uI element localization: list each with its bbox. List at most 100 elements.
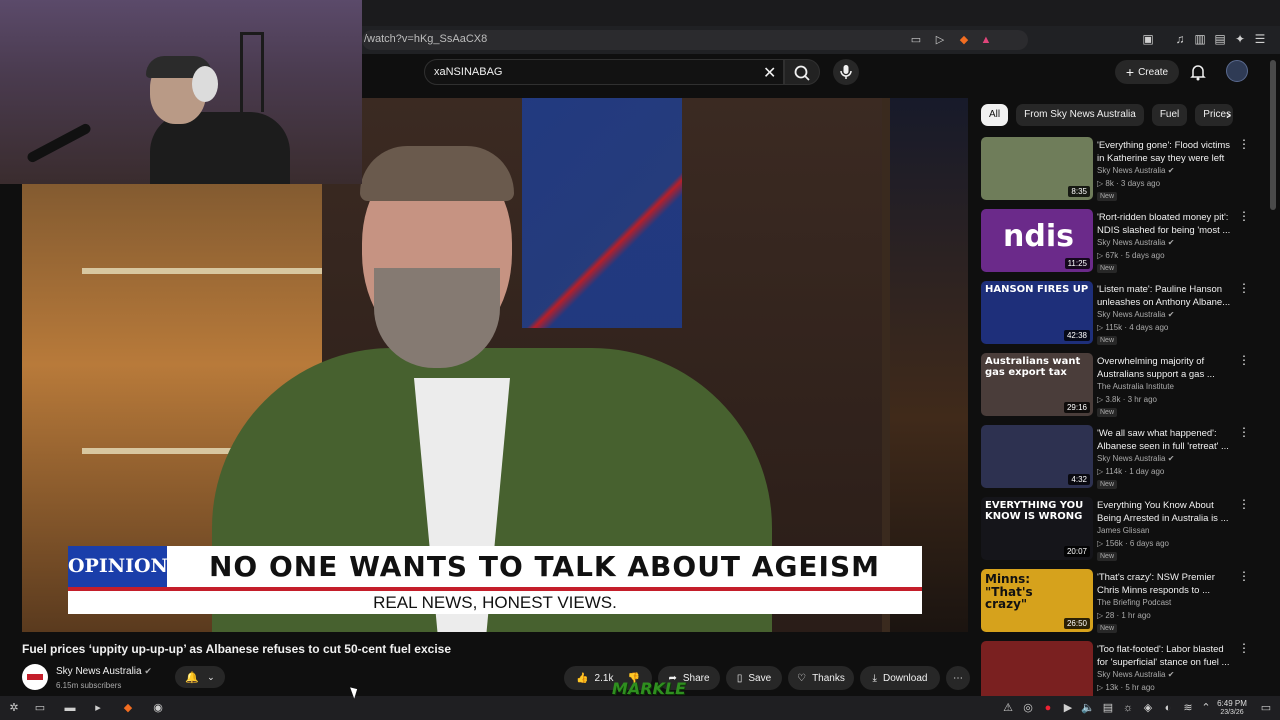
- more-options-icon[interactable]: ⋮: [1237, 353, 1251, 367]
- sidebar-icon[interactable]: ▥: [1192, 30, 1208, 48]
- desktop-icon[interactable]: ▭: [32, 700, 48, 716]
- files-icon[interactable]: ▸: [90, 700, 106, 716]
- music-icon[interactable]: ♫: [1172, 30, 1188, 48]
- recommendation-title[interactable]: Overwhelming majority of Australians sup…: [1097, 355, 1231, 381]
- search-input[interactable]: xaNSINABAG ✕: [424, 59, 784, 85]
- recommendation-title[interactable]: 'Too flat-footed': Labor blasted for 'su…: [1097, 643, 1231, 669]
- recommendation-item[interactable]: HANSON FIRES UP 42:38 'Listen mate': Pauli…: [981, 281, 1251, 347]
- video-thumbnail[interactable]: 4:32: [981, 425, 1093, 488]
- search-button[interactable]: [784, 59, 820, 85]
- record-tray-icon[interactable]: ●: [1040, 700, 1056, 716]
- more-options-icon[interactable]: ⋮: [1237, 497, 1251, 511]
- recommendation-item[interactable]: Minns: "That's crazy" 26:50 'That's crazy'…: [981, 569, 1251, 635]
- obs-icon[interactable]: ◉: [150, 700, 166, 716]
- video-thumbnail[interactable]: EVERYTHING YOU KNOW IS WRONG 20:07: [981, 497, 1093, 560]
- brightness-tray-icon[interactable]: ☼: [1120, 700, 1136, 716]
- play-icon[interactable]: ▷: [932, 32, 948, 48]
- volume-tray-icon[interactable]: 🔈: [1080, 700, 1096, 716]
- channel-name[interactable]: Sky News Australia ✔: [56, 666, 152, 677]
- more-icon: ⋯: [953, 672, 963, 684]
- thanks-button[interactable]: ♡ Thanks: [788, 666, 854, 690]
- vpn-tray-icon[interactable]: ◈: [1140, 700, 1156, 716]
- more-options-icon[interactable]: ⋮: [1237, 281, 1251, 295]
- lower-third: OPINION NO ONE WANTS TO TALK ABOUT AGEIS…: [68, 546, 922, 614]
- clear-search-icon[interactable]: ✕: [763, 63, 776, 83]
- video-thumbnail[interactable]: [981, 641, 1093, 704]
- recommendation-title[interactable]: 'Everything gone': Flood victims in Kath…: [1097, 139, 1231, 165]
- video-subline: REAL NEWS, HONEST VIEWS.: [68, 591, 922, 614]
- recommendation-meta: ▷ 156k · 6 days ago: [1097, 539, 1169, 548]
- voice-search-button[interactable]: [833, 59, 859, 85]
- account-avatar[interactable]: [1226, 60, 1248, 82]
- recommendation-channel[interactable]: The Australia Institute: [1097, 382, 1174, 391]
- webcam-overlay: [0, 0, 362, 184]
- video-thumbnail[interactable]: HANSON FIRES UP 42:38: [981, 281, 1093, 344]
- search-query: xaNSINABAG: [434, 66, 503, 78]
- recommendation-channel[interactable]: Sky News Australia ✔: [1097, 310, 1174, 319]
- thumbnail-text: ndis: [1003, 219, 1074, 254]
- recommendation-meta: ▷ 67k · 5 days ago: [1097, 251, 1165, 260]
- media-tray-icon[interactable]: ▶: [1060, 700, 1076, 716]
- chip-fuel[interactable]: Fuel: [1151, 104, 1188, 126]
- more-options-icon[interactable]: ⋮: [1237, 137, 1251, 151]
- recommendation-channel[interactable]: James Glissan: [1097, 526, 1149, 535]
- notifications-button[interactable]: [1188, 62, 1208, 82]
- terminal-icon[interactable]: ▬: [62, 700, 78, 716]
- chip-from-channel[interactable]: From Sky News Australia: [1016, 104, 1144, 126]
- show-desktop-icon[interactable]: ▭: [1258, 700, 1274, 716]
- audio-tray-icon[interactable]: ◐: [1160, 700, 1176, 716]
- more-actions-button[interactable]: ⋯: [946, 666, 970, 690]
- recommendation-item[interactable]: ndis 11:25 'Rort-ridden bloated money pit'…: [981, 209, 1251, 275]
- recommendation-title[interactable]: 'Rort-ridden bloated money pit': NDIS sl…: [1097, 211, 1231, 237]
- cast-icon[interactable]: ▭: [908, 32, 924, 48]
- recommendation-channel[interactable]: Sky News Australia ✔: [1097, 670, 1174, 679]
- recommendation-title[interactable]: Everything You Know About Being Arrested…: [1097, 499, 1231, 525]
- recommendation-item[interactable]: EVERYTHING YOU KNOW IS WRONG 20:07 Everyth…: [981, 497, 1251, 563]
- address-bar[interactable]: /watch?v=hKg_SsAaCX8 ▭ ▷ ◆ ▲: [362, 30, 1028, 50]
- recommendation-item[interactable]: Australians want gas export tax 29:16 Over…: [981, 353, 1251, 419]
- new-badge: New: [1097, 336, 1118, 345]
- brave-shield-icon[interactable]: ◆: [956, 32, 972, 48]
- more-options-icon[interactable]: ⋮: [1237, 569, 1251, 583]
- more-options-icon[interactable]: ⋮: [1237, 209, 1251, 223]
- duration-badge: 20:07: [1063, 546, 1090, 557]
- video-thumbnail[interactable]: 8:35: [981, 137, 1093, 200]
- menu-icon[interactable]: ☰: [1252, 30, 1268, 48]
- recommendation-channel[interactable]: Sky News Australia ✔: [1097, 454, 1174, 463]
- presenter-hair: [360, 146, 514, 201]
- chevron-right-icon[interactable]: ›: [1226, 106, 1240, 124]
- save-button[interactable]: ▯ Save: [726, 666, 782, 690]
- clipboard-tray-icon[interactable]: ▤: [1100, 700, 1116, 716]
- channel-avatar[interactable]: [22, 664, 48, 690]
- recommendation-channel[interactable]: Sky News Australia ✔: [1097, 166, 1174, 175]
- webcam-microphone: [25, 122, 93, 164]
- recommendation-item[interactable]: 8:35 'Everything gone': Flood victims in …: [981, 137, 1251, 203]
- recommendation-channel[interactable]: The Briefing Podcast: [1097, 598, 1171, 607]
- create-button[interactable]: + Create: [1115, 60, 1179, 84]
- recommendation-channel[interactable]: Sky News Australia ✔: [1097, 238, 1174, 247]
- wifi-tray-icon[interactable]: ≋: [1180, 700, 1196, 716]
- video-thumbnail[interactable]: ndis 11:25: [981, 209, 1093, 272]
- recommendation-item[interactable]: 4:32 'We all saw what happened': Albanese…: [981, 425, 1251, 491]
- download-button[interactable]: ⤓ Download: [860, 666, 940, 690]
- opinion-tag: OPINION: [68, 546, 168, 587]
- leo-icon[interactable]: ✦: [1232, 30, 1248, 48]
- network-tray-icon[interactable]: ⚠: [1000, 700, 1016, 716]
- recommendation-title[interactable]: 'Listen mate': Pauline Hanson unleashes …: [1097, 283, 1231, 309]
- sidebar-scrollbar[interactable]: [1270, 60, 1276, 210]
- brave-rewards-icon[interactable]: ▲: [978, 32, 994, 48]
- video-thumbnail[interactable]: Australians want gas export tax 29:16: [981, 353, 1093, 416]
- steam-tray-icon[interactable]: ◎: [1020, 700, 1036, 716]
- taskbar-clock[interactable]: 6:49 PM 23/3/26: [1212, 699, 1252, 717]
- recommendation-title[interactable]: 'We all saw what happened': Albanese see…: [1097, 427, 1231, 453]
- recommendation-title[interactable]: 'That's crazy': NSW Premier Chris Minns …: [1097, 571, 1231, 597]
- launcher-icon[interactable]: ✲: [6, 700, 22, 716]
- video-thumbnail[interactable]: Minns: "That's crazy" 26:50: [981, 569, 1093, 632]
- wallet-icon[interactable]: ▤: [1212, 30, 1228, 48]
- more-options-icon[interactable]: ⋮: [1237, 425, 1251, 439]
- more-options-icon[interactable]: ⋮: [1237, 641, 1251, 655]
- subscription-bell-button[interactable]: 🔔 ⌄: [175, 666, 225, 688]
- brave-browser-icon[interactable]: ◆: [120, 700, 136, 716]
- chip-all[interactable]: All: [981, 104, 1009, 126]
- screenshot-icon[interactable]: ▣: [1140, 30, 1156, 48]
